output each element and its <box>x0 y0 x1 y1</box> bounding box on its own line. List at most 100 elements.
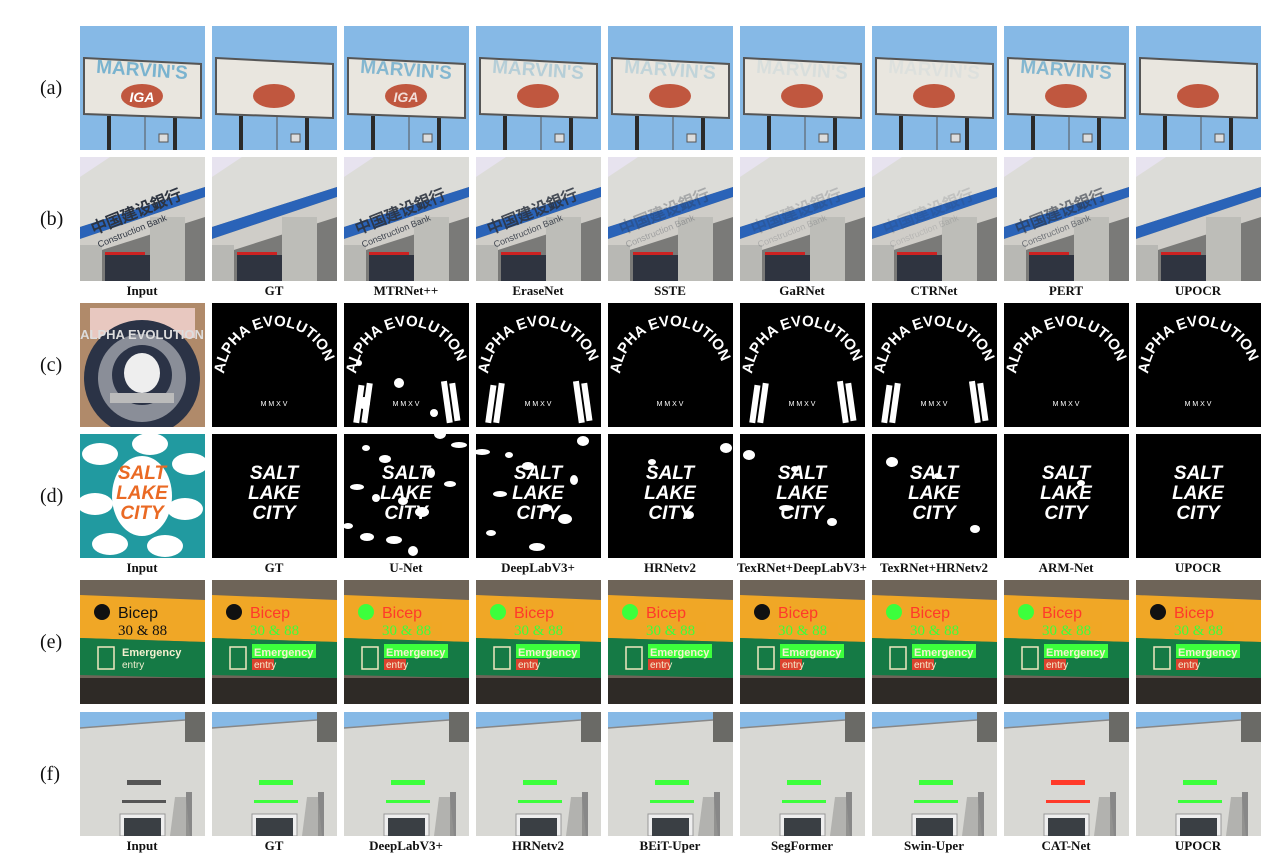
result-image-alpha: ALPHA EVOLUTION M M X V <box>344 303 469 427</box>
svg-text:Emergency: Emergency <box>914 647 974 659</box>
result-image-alpha: ALPHA EVOLUTION M M X V <box>212 303 337 427</box>
svg-text:CITY: CITY <box>648 503 694 524</box>
method-caption: Input <box>126 838 158 853</box>
svg-text:30 & 88: 30 & 88 <box>514 623 563 639</box>
svg-text:LAKE: LAKE <box>1040 483 1093 504</box>
result-image-salt: SALT LAKE CITY <box>608 434 733 558</box>
method-caption: GaRNet <box>779 283 825 298</box>
svg-text:CITY: CITY <box>912 503 958 524</box>
svg-text:entry: entry <box>650 660 672 671</box>
svg-text:Emergency: Emergency <box>1046 647 1106 659</box>
method-caption: Input <box>126 560 158 575</box>
svg-text:Emergency: Emergency <box>650 647 710 659</box>
method-caption: SegFormer <box>770 838 834 853</box>
svg-text:entry: entry <box>518 660 540 671</box>
method-caption: MTRNet++ <box>373 283 439 298</box>
svg-text:IGA: IGA <box>394 89 419 105</box>
method-caption: DeepLabV3+ <box>369 838 443 853</box>
result-image-wall <box>212 712 337 836</box>
svg-text:30 & 88: 30 & 88 <box>250 623 299 639</box>
result-image-sign: MARVIN'S <box>740 26 865 150</box>
result-image-salt: SALT LAKE CITY <box>872 434 997 558</box>
result-image-sign <box>212 26 337 150</box>
method-caption: ARM-Net <box>1038 560 1094 575</box>
svg-text:Bicep: Bicep <box>514 605 554 622</box>
method-caption: HRNetv2 <box>644 560 696 575</box>
result-image-airport: Bicep 30 & 88 Emergency entry <box>344 580 469 704</box>
svg-text:LAKE: LAKE <box>776 483 829 504</box>
result-image-wall <box>476 712 601 836</box>
result-image-airport: Bicep 30 & 88 Emergency entry <box>1136 580 1261 704</box>
row-label: (a) <box>40 77 63 99</box>
svg-text:M M X V: M M X V <box>261 401 288 408</box>
method-caption: CAT-Net <box>1041 838 1091 853</box>
svg-text:CITY: CITY <box>384 503 430 524</box>
result-image-alpha: ALPHA EVOLUTION M M X V <box>740 303 865 427</box>
result-image-alpha: ALPHA EVOLUTION M M X V <box>1136 303 1261 427</box>
svg-text:M M X V: M M X V <box>921 401 948 408</box>
result-image-airport: Bicep 30 & 88 Emergency entry <box>872 580 997 704</box>
row-label: (b) <box>40 208 64 230</box>
svg-text:entry: entry <box>914 660 936 671</box>
method-caption: GT <box>264 838 284 853</box>
result-image-wall <box>740 712 865 836</box>
svg-text:Emergency: Emergency <box>254 647 314 659</box>
result-image-airport: Bicep 30 & 88 Emergency entry <box>1004 580 1129 704</box>
svg-text:LAKE: LAKE <box>908 483 961 504</box>
svg-text:CITY: CITY <box>780 503 826 524</box>
row-label: (e) <box>40 631 63 653</box>
svg-text:ALPHA EVOLUTION: ALPHA EVOLUTION <box>80 327 204 342</box>
result-image-alpha: ALPHA EVOLUTION M M X V <box>1004 303 1129 427</box>
svg-text:M M X V: M M X V <box>525 401 552 408</box>
result-image-salt: SALT LAKE CITY <box>740 434 865 558</box>
method-caption: PERT <box>1048 283 1084 298</box>
svg-text:Bicep: Bicep <box>250 605 290 622</box>
result-image-alpha: ALPHA EVOLUTION M M X V <box>608 303 733 427</box>
method-caption: EraseNet <box>512 283 564 298</box>
svg-text:LAKE: LAKE <box>644 483 697 504</box>
result-image-salt: SALT LAKE CITY <box>1004 434 1129 558</box>
svg-text:30 & 88: 30 & 88 <box>118 623 167 639</box>
result-image-salt: SALT LAKE CITY <box>344 434 469 558</box>
method-caption: SSTE <box>654 283 686 298</box>
svg-text:Bicep: Bicep <box>910 605 950 622</box>
svg-text:M M X V: M M X V <box>1185 401 1212 408</box>
row-label: (d) <box>40 485 64 507</box>
svg-text:Bicep: Bicep <box>1174 605 1214 622</box>
result-image-wall <box>1004 712 1129 836</box>
result-image-alpha: ALPHA EVOLUTION M M X V <box>872 303 997 427</box>
svg-text:30 & 88: 30 & 88 <box>646 623 695 639</box>
svg-text:LAKE: LAKE <box>1172 483 1225 504</box>
result-image-bank: 中国建设銀行 Construction Bank <box>1004 157 1129 281</box>
row-label: (c) <box>40 354 63 376</box>
svg-text:M M X V: M M X V <box>657 401 684 408</box>
result-image-bank: 中国建设銀行 Construction Bank <box>80 157 205 281</box>
svg-text:SALT: SALT <box>514 463 564 484</box>
svg-text:IGA: IGA <box>130 89 155 105</box>
method-caption: CTRNet <box>910 283 958 298</box>
svg-text:SALT: SALT <box>1174 463 1224 484</box>
svg-text:SALT: SALT <box>250 463 300 484</box>
svg-text:Emergency: Emergency <box>122 647 182 659</box>
svg-text:Emergency: Emergency <box>518 647 578 659</box>
svg-text:SALT: SALT <box>910 463 960 484</box>
svg-text:LAKE: LAKE <box>116 483 169 504</box>
result-image-bank: 中国建设銀行 Construction Bank <box>476 157 601 281</box>
result-image-alpha: ALPHA EVOLUTION <box>80 303 205 427</box>
svg-text:30 & 88: 30 & 88 <box>778 623 827 639</box>
method-caption: Swin-Uper <box>904 838 964 853</box>
svg-text:M M X V: M M X V <box>789 401 816 408</box>
result-image-bank <box>212 157 337 281</box>
result-image-wall <box>1136 712 1261 836</box>
svg-text:entry: entry <box>386 660 408 671</box>
svg-text:CITY: CITY <box>1044 503 1090 524</box>
result-image-sign: MARVIN'S <box>608 26 733 150</box>
method-caption: BEiT-Uper <box>639 838 701 853</box>
svg-text:entry: entry <box>1046 660 1068 671</box>
svg-text:LAKE: LAKE <box>248 483 301 504</box>
method-caption: TexRNet+DeepLabV3+ <box>737 560 867 575</box>
svg-text:SALT: SALT <box>382 463 432 484</box>
method-caption: GT <box>264 283 284 298</box>
result-image-bank: 中国建设銀行 Construction Bank <box>344 157 469 281</box>
svg-text:SALT: SALT <box>1042 463 1092 484</box>
